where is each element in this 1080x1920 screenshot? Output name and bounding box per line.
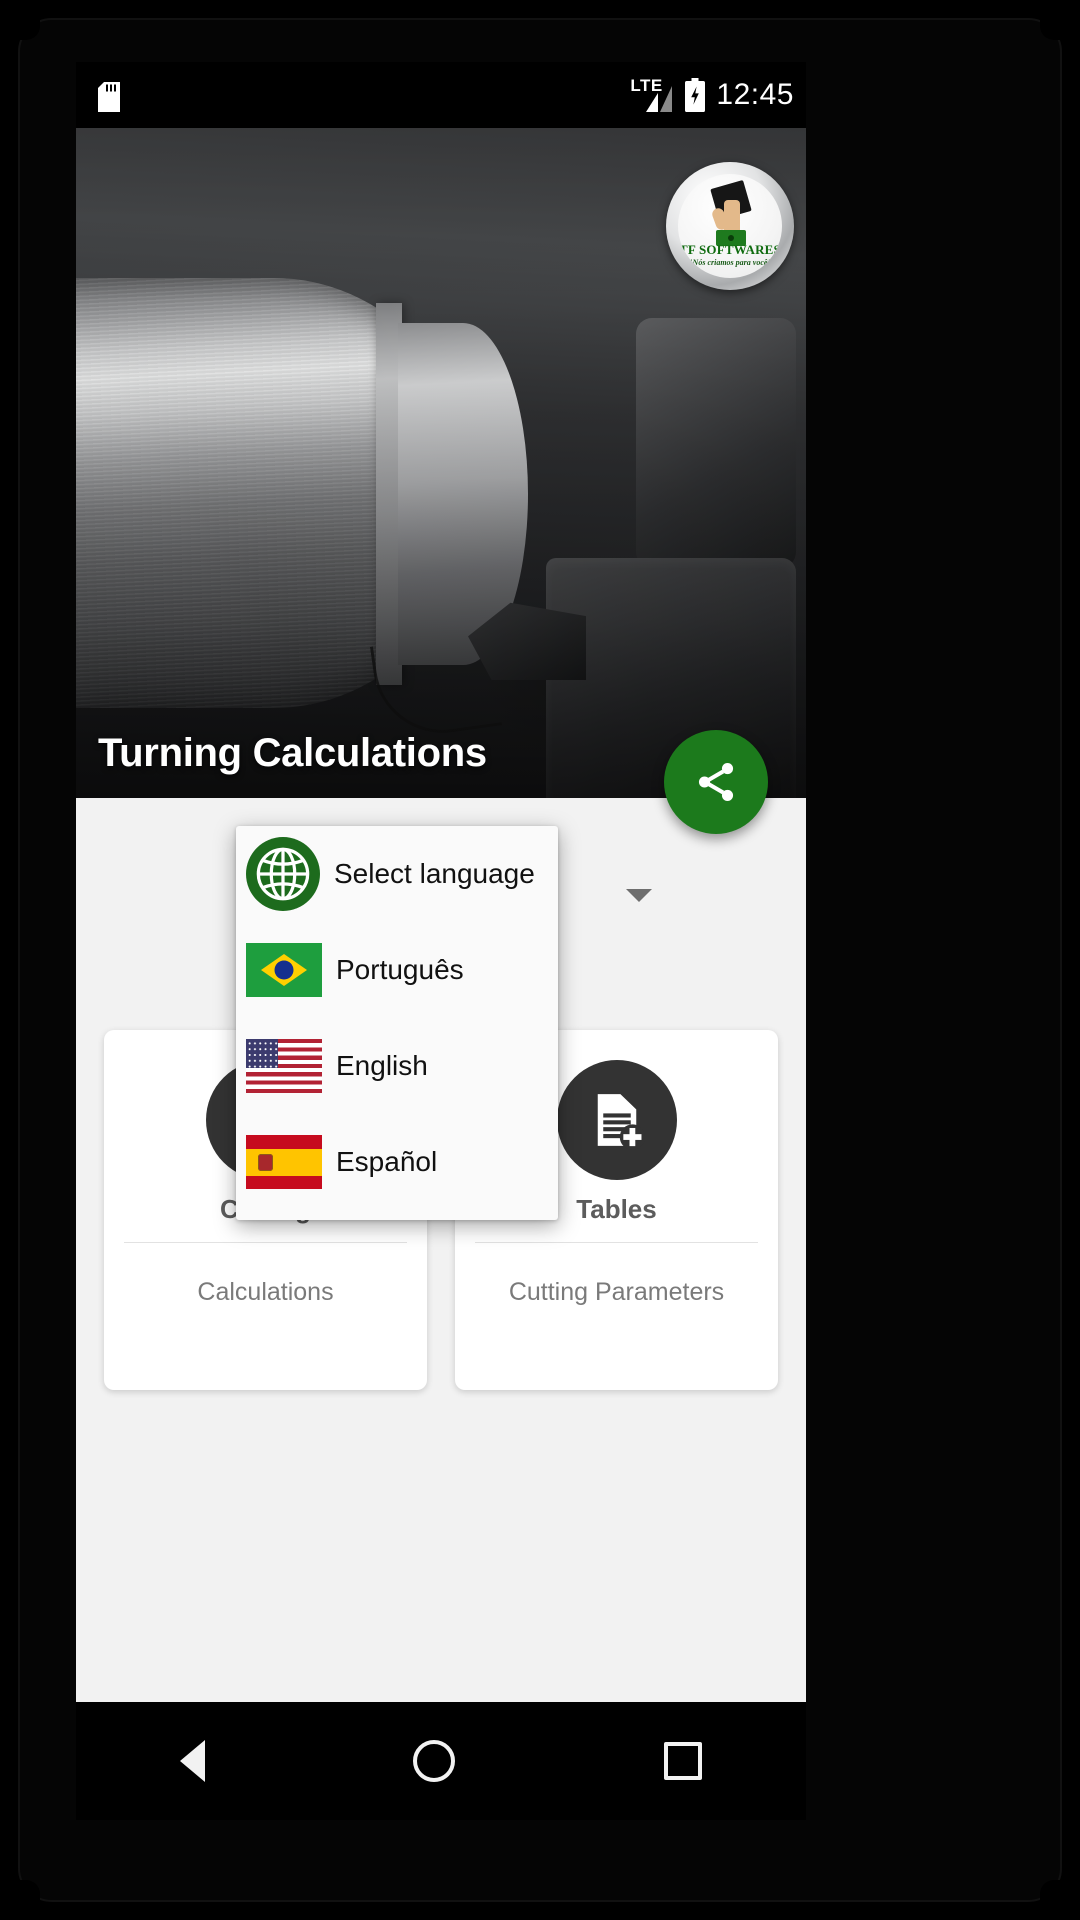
share-button[interactable] [664, 730, 768, 834]
android-nav-bar [76, 1702, 806, 1820]
battery-charging-icon [685, 78, 706, 112]
flag-spain-icon [246, 1135, 322, 1189]
menu-item-espanol[interactable]: Español [236, 1114, 558, 1210]
logo-chip-dot [728, 235, 734, 241]
menu-item-portugues[interactable]: Português [236, 922, 558, 1018]
menu-item-label: Select language [334, 858, 535, 889]
frame-corner [1040, 14, 1066, 40]
flag-es-crest [258, 1154, 273, 1171]
card-subtitle: Calculations [197, 1278, 334, 1306]
status-icons: LTE 12:45 [630, 62, 794, 128]
sd-card-icon [98, 82, 120, 112]
flag-us-stars [246, 1039, 278, 1068]
flag-usa-icon [246, 1039, 322, 1093]
page-title: Turning Calculations [98, 731, 487, 775]
language-dropdown-menu[interactable]: Select language Português English Españo… [236, 826, 558, 1220]
flag-br-globe [274, 960, 294, 980]
logo-name-text: TF SOFTWARES [679, 242, 781, 257]
menu-item-label: English [336, 1050, 428, 1081]
recents-icon[interactable] [663, 1742, 702, 1780]
logo-inner: TF SOFTWARES "Nós criamos para você" [678, 174, 782, 278]
share-icon [698, 763, 734, 801]
chevron-down-icon[interactable] [626, 888, 652, 902]
signal-triangle-icon [646, 86, 673, 112]
signal-bars-icon: LTE [630, 77, 674, 112]
menu-item-label: Português [336, 954, 464, 985]
home-icon[interactable] [413, 1740, 456, 1782]
frame-corner [1040, 1880, 1066, 1906]
menu-item-select-language[interactable]: Select language [236, 826, 558, 922]
device-frame: Turning Calculations TF SOFTWARES "Nós c… [0, 0, 1080, 1920]
card-subtitle: Cutting Parameters [508, 1278, 725, 1306]
hero-banner: Turning Calculations TF SOFTWARES "Nós c… [76, 128, 806, 798]
frame-corner [14, 1880, 40, 1906]
card-divider [124, 1242, 407, 1243]
phone-screen: Turning Calculations TF SOFTWARES "Nós c… [76, 62, 806, 1702]
card-divider [475, 1242, 758, 1243]
tf-softwares-logo-icon: TF SOFTWARES "Nós criamos para você" [666, 162, 794, 290]
status-bar: LTE 12:45 [76, 62, 806, 128]
flag-brazil-icon [246, 943, 322, 997]
logo-tagline-text: "Nós criamos para você" [688, 258, 772, 267]
status-clock: 12:45 [716, 78, 794, 111]
menu-item-english[interactable]: English [236, 1018, 558, 1114]
menu-item-label: Español [336, 1146, 438, 1177]
globe-icon [246, 837, 320, 911]
back-icon[interactable] [180, 1740, 206, 1782]
document-add-icon [556, 1060, 677, 1180]
